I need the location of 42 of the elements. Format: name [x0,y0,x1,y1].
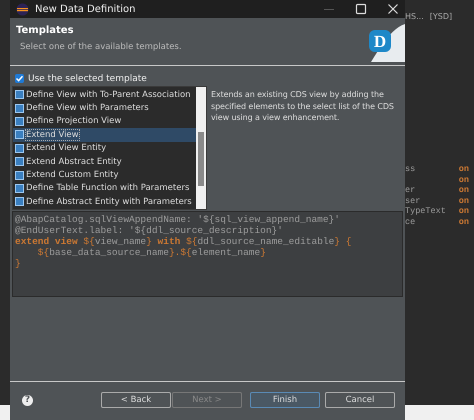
code-fragment: TypeText [405,206,447,216]
template-item[interactable]: Extend Custom Entity [13,168,196,182]
template-description: Extends an existing CDS view by adding the specified elements to the select list of the CDS view using a view enhancement. [210,89,395,124]
code-line: ${base_data_source_name}.${element_name} [36,247,267,258]
code-fragment: ce [405,216,416,227]
template-item[interactable]: Extend Abstract Entity [13,154,196,168]
page-title: Templates [16,25,75,36]
template-item[interactable]: Define Table Function with Parameters [13,182,196,196]
code-keyword: on [458,185,469,196]
dialog-button[interactable]: < Back [101,392,171,408]
code-fragment: ser [405,196,422,206]
maximize-icon[interactable] [355,3,367,15]
template-item[interactable]: Define Abstract Entity with Parameters [13,195,196,209]
help-icon[interactable]: ? [22,394,33,406]
code-line: @AbapCatalog.sqlViewAppendName: '${sql_view_append_name}' [15,214,341,225]
scrollbar[interactable] [196,87,206,209]
editor-tab[interactable]: HS... [405,12,424,24]
editor-tab[interactable]: [YSD] [430,12,452,24]
template-item[interactable]: Extend View Entity [13,142,196,155]
dialog-button[interactable]: Cancel [325,392,395,408]
code-keyword: on [458,206,469,216]
close-icon[interactable] [387,3,399,15]
checkbox[interactable] [15,74,24,83]
app-icon [16,2,29,16]
code-keyword: on [458,164,469,174]
code-keyword: on [458,216,469,227]
code-keyword: on [458,196,469,206]
template-item[interactable]: Define View with To-Parent Association [13,88,196,102]
template-item[interactable]: Define Projection View [13,114,196,128]
code-line: @EndUserText.label: '${ddl_source_description}' [15,225,284,236]
page-subtitle: Select one of the available templates. [19,42,183,52]
template-item[interactable]: Define View with Parameters [13,101,196,115]
window-title: New Data Definition [35,4,136,14]
checkbox-label: Use the selected template [28,74,147,84]
dialog-button[interactable]: Finish [250,392,320,408]
code-fragment: er [405,185,416,196]
code-line: extend view ${view_name} with ${ddl_source_name_editable} { [15,236,352,247]
code-keyword: on [458,174,469,185]
template-item[interactable]: Extend View [13,128,196,142]
code-fragment: ss [405,164,416,174]
scrollbar-thumb[interactable] [198,132,204,186]
code-line: } [15,258,22,269]
